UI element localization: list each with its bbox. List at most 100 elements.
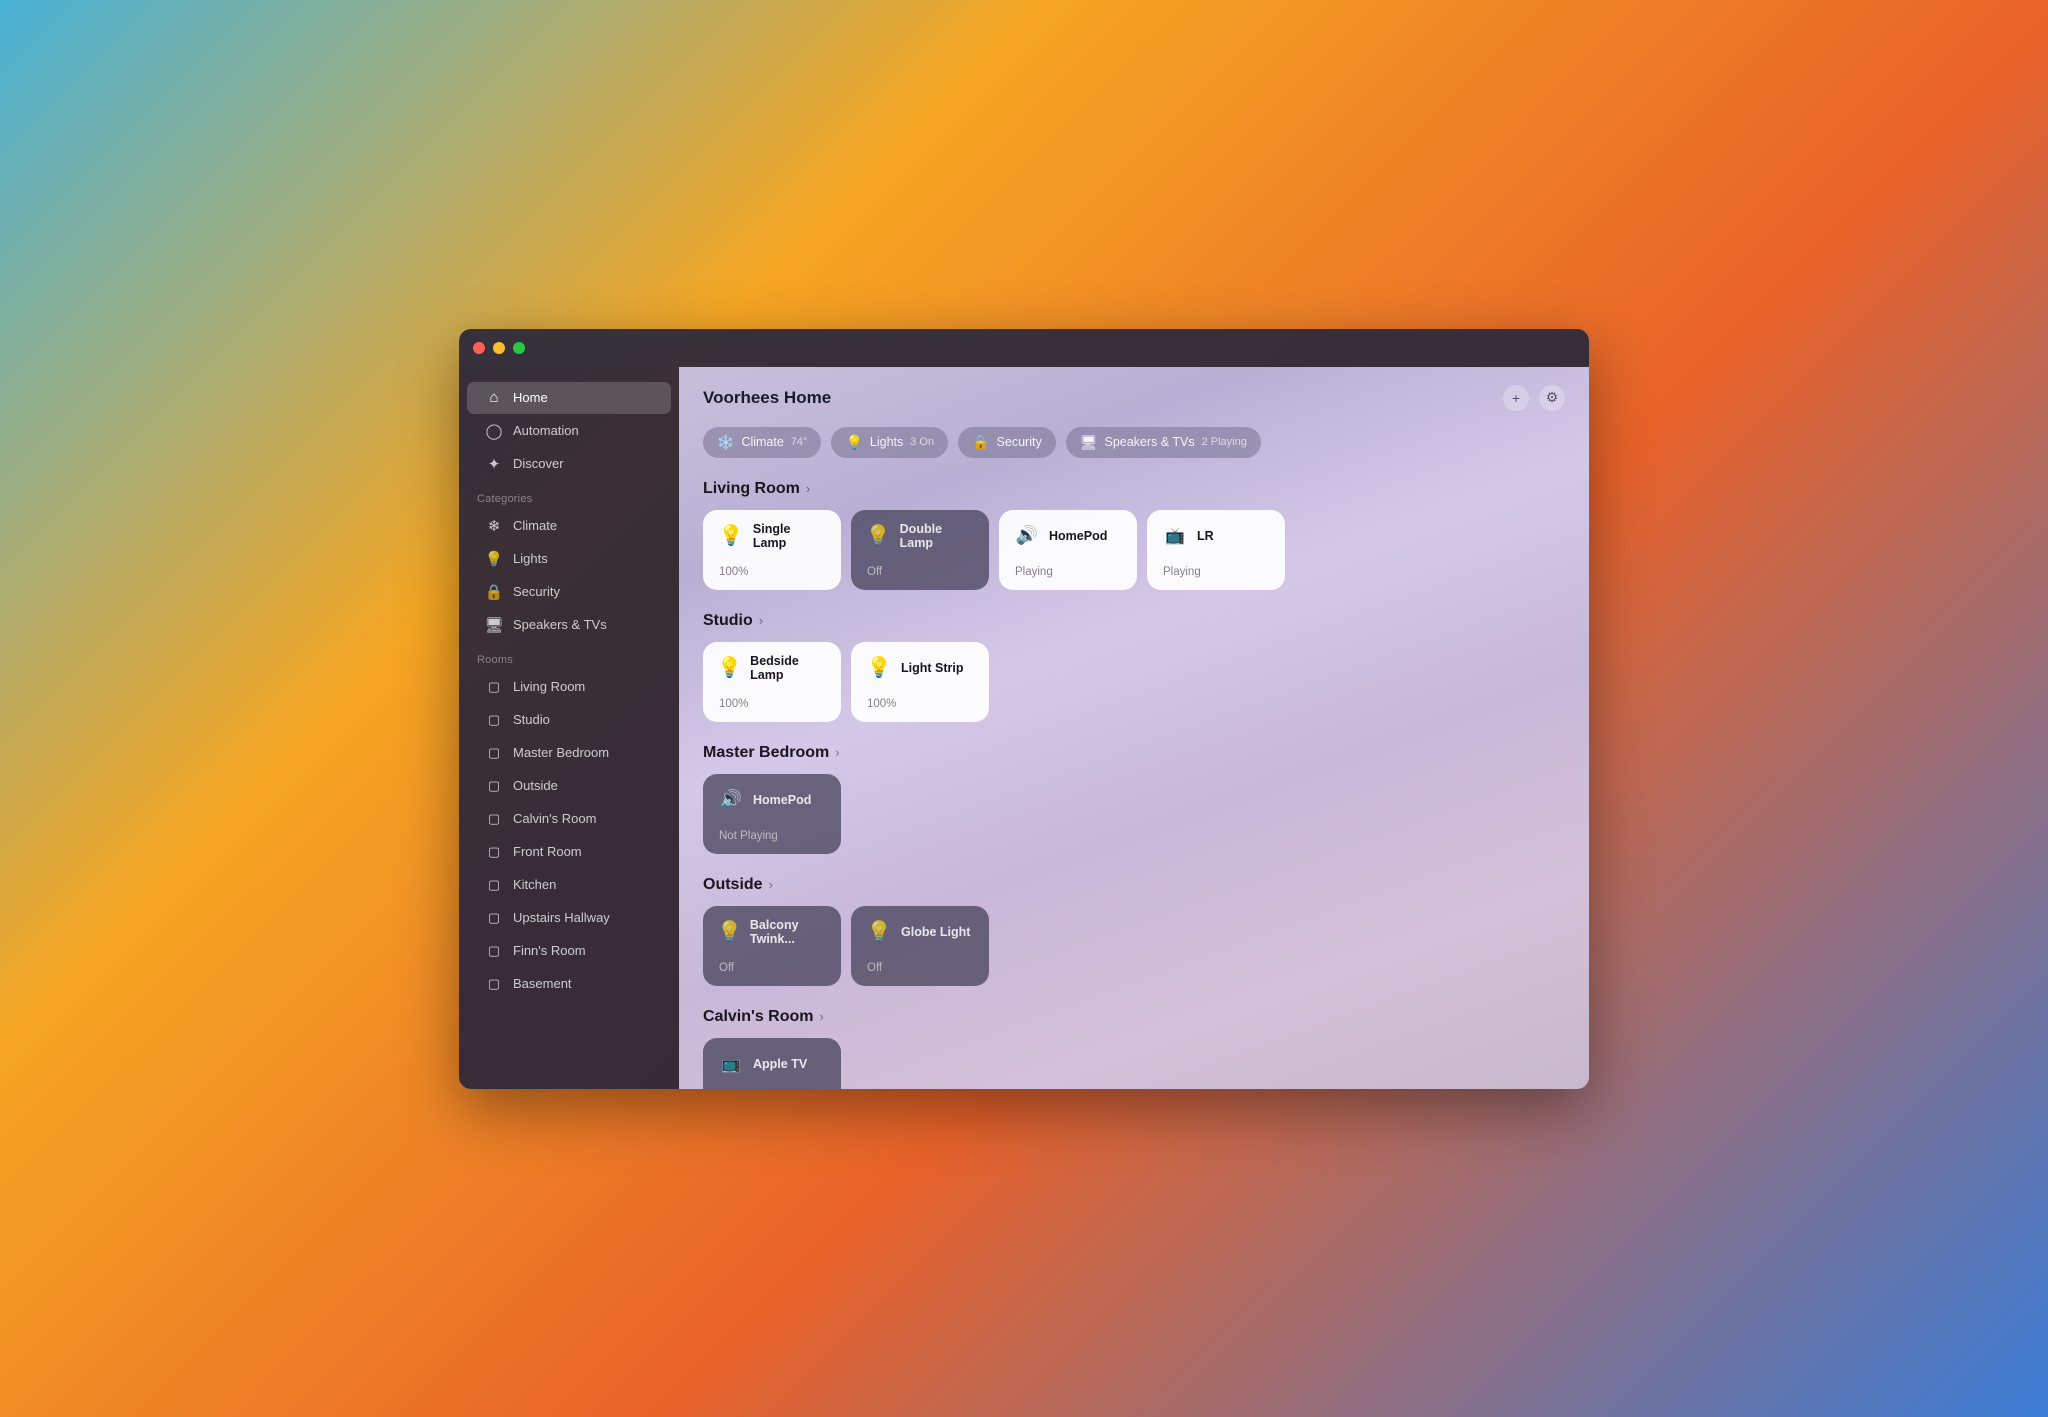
device-apple-tv-cr[interactable]: 📺 Apple TV Paused: [703, 1038, 841, 1089]
settings-button[interactable]: ⚙: [1539, 385, 1565, 411]
section-master-bedroom-title: Master Bedroom: [703, 744, 829, 762]
sidebar-item-kitchen[interactable]: ▢ Kitchen: [467, 869, 671, 901]
basement-icon: ▢: [485, 975, 503, 993]
device-homepod-mb[interactable]: 🔊 HomePod Not Playing: [703, 774, 841, 854]
device-name: LR: [1197, 529, 1214, 543]
sidebar-item-speakers-tvs[interactable]: 🖥 Speakers & TVs: [467, 609, 671, 641]
device-status: Off: [717, 962, 827, 974]
sidebar-item-calvins-room-label: Calvin's Room: [513, 811, 596, 826]
sidebar-item-upstairs-hallway[interactable]: ▢ Upstairs Hallway: [467, 902, 671, 934]
section-calvins-room: Calvin's Room › 📺 Apple TV Paused: [703, 1008, 1565, 1089]
sidebar-item-calvins-room[interactable]: ▢ Calvin's Room: [467, 803, 671, 835]
section-calvins-room-header[interactable]: Calvin's Room ›: [703, 1008, 1565, 1026]
sidebar-item-home-label: Home: [513, 390, 548, 405]
pill-lights-label: Lights: [870, 435, 903, 449]
pill-lights[interactable]: 💡 Lights 3 On: [831, 427, 948, 458]
chevron-right-icon: ›: [759, 613, 763, 628]
pill-lights-sub: 3 On: [910, 436, 934, 448]
calvins-room-icon: ▢: [485, 810, 503, 828]
pill-security-label: Security: [997, 435, 1042, 449]
sidebar-item-master-bedroom[interactable]: ▢ Master Bedroom: [467, 737, 671, 769]
sidebar-item-kitchen-label: Kitchen: [513, 877, 556, 892]
device-light-strip[interactable]: 💡 Light Strip 100%: [851, 642, 989, 722]
studio-icon: ▢: [485, 711, 503, 729]
section-studio-title: Studio: [703, 612, 753, 630]
discover-icon: ✦: [485, 455, 503, 473]
sidebar-item-security-label: Security: [513, 584, 560, 599]
page-title: Voorhees Home: [703, 388, 831, 408]
sidebar-item-studio[interactable]: ▢ Studio: [467, 704, 671, 736]
sidebar-item-finns-room-label: Finn's Room: [513, 943, 586, 958]
pill-climate[interactable]: ❄️ Climate 74°: [703, 427, 821, 458]
device-homepod-lr[interactable]: 🔊 HomePod Playing: [999, 510, 1137, 590]
device-globe-light[interactable]: 💡 Globe Light Off: [851, 906, 989, 986]
sidebar-item-home[interactable]: ⌂ Home: [467, 382, 671, 414]
section-outside-title: Outside: [703, 876, 763, 894]
sidebar-item-basement[interactable]: ▢ Basement: [467, 968, 671, 1000]
sidebar-item-outside[interactable]: ▢ Outside: [467, 770, 671, 802]
device-bedside-lamp[interactable]: 💡 Bedside Lamp 100%: [703, 642, 841, 722]
homepod-icon: 🔊: [720, 789, 742, 810]
sidebar-item-living-room[interactable]: ▢ Living Room: [467, 671, 671, 703]
device-name: Double Lamp: [900, 522, 975, 550]
chevron-right-icon: ›: [769, 877, 773, 892]
pill-security[interactable]: 🔒 Security: [958, 427, 1056, 458]
bulb-on-icon: 💡: [867, 655, 892, 680]
section-master-bedroom-header[interactable]: Master Bedroom ›: [703, 744, 1565, 762]
add-button[interactable]: +: [1503, 385, 1529, 411]
appletv-icon: 📺: [1165, 526, 1185, 546]
sidebar-item-living-room-label: Living Room: [513, 679, 585, 694]
bulb-off-icon: 💡: [717, 919, 742, 944]
upstairs-hallway-icon: ▢: [485, 909, 503, 927]
automation-icon: ◯: [485, 422, 503, 440]
sidebar-item-studio-label: Studio: [513, 712, 550, 727]
device-name: Single Lamp: [753, 522, 827, 550]
minimize-button[interactable]: [493, 342, 505, 354]
device-status: Off: [865, 566, 975, 578]
sidebar-item-discover[interactable]: ✦ Discover: [467, 448, 671, 480]
security-icon: 🔒: [485, 583, 503, 601]
section-living-room: Living Room › 💡 Single Lamp 100% 💡: [703, 480, 1565, 590]
device-name: Bedside Lamp: [750, 654, 827, 682]
sidebar-item-front-room[interactable]: ▢ Front Room: [467, 836, 671, 868]
sidebar-item-front-room-label: Front Room: [513, 844, 582, 859]
sidebar-item-automation[interactable]: ◯ Automation: [467, 415, 671, 447]
home-icon: ⌂: [485, 389, 503, 407]
device-status: Playing: [1013, 566, 1123, 578]
speakers-tvs-icon: 🖥: [485, 616, 503, 634]
pill-speakers-tvs[interactable]: 🖥 Speakers & TVs 2 Playing: [1066, 427, 1261, 458]
master-bedroom-device-grid: 🔊 HomePod Not Playing: [703, 774, 1565, 854]
titlebar: [459, 329, 1589, 367]
sidebar: ⌂ Home ◯ Automation ✦ Discover Categorie…: [459, 367, 679, 1089]
finns-room-icon: ▢: [485, 942, 503, 960]
window-body: ⌂ Home ◯ Automation ✦ Discover Categorie…: [459, 367, 1589, 1089]
sidebar-item-climate-label: Climate: [513, 518, 557, 533]
device-name: Apple TV: [753, 1057, 807, 1071]
front-room-icon: ▢: [485, 843, 503, 861]
device-name: HomePod: [1049, 529, 1107, 543]
device-status: 100%: [717, 566, 827, 578]
climate-icon: ❄: [485, 517, 503, 535]
maximize-button[interactable]: [513, 342, 525, 354]
device-status: 100%: [717, 698, 827, 710]
bulb-off-icon: 💡: [867, 919, 892, 944]
device-single-lamp[interactable]: 💡 Single Lamp 100%: [703, 510, 841, 590]
sidebar-item-climate[interactable]: ❄ Climate: [467, 510, 671, 542]
device-double-lamp[interactable]: 💡 Double Lamp Off: [851, 510, 989, 590]
lights-icon: 💡: [485, 550, 503, 568]
sidebar-item-security[interactable]: 🔒 Security: [467, 576, 671, 608]
section-studio-header[interactable]: Studio ›: [703, 612, 1565, 630]
homepod-icon: 🔊: [1016, 525, 1038, 546]
section-studio: Studio › 💡 Bedside Lamp 100% 💡: [703, 612, 1565, 722]
device-name: Balcony Twink...: [750, 918, 827, 946]
sidebar-item-finns-room[interactable]: ▢ Finn's Room: [467, 935, 671, 967]
bulb-off-icon: 💡: [866, 523, 891, 548]
device-lr-tv[interactable]: 📺 LR Playing: [1147, 510, 1285, 590]
section-living-room-header[interactable]: Living Room ›: [703, 480, 1565, 498]
close-button[interactable]: [473, 342, 485, 354]
appletv-icon: 📺: [721, 1054, 741, 1074]
living-room-icon: ▢: [485, 678, 503, 696]
section-outside-header[interactable]: Outside ›: [703, 876, 1565, 894]
sidebar-item-lights[interactable]: 💡 Lights: [467, 543, 671, 575]
device-balcony-twink[interactable]: 💡 Balcony Twink... Off: [703, 906, 841, 986]
